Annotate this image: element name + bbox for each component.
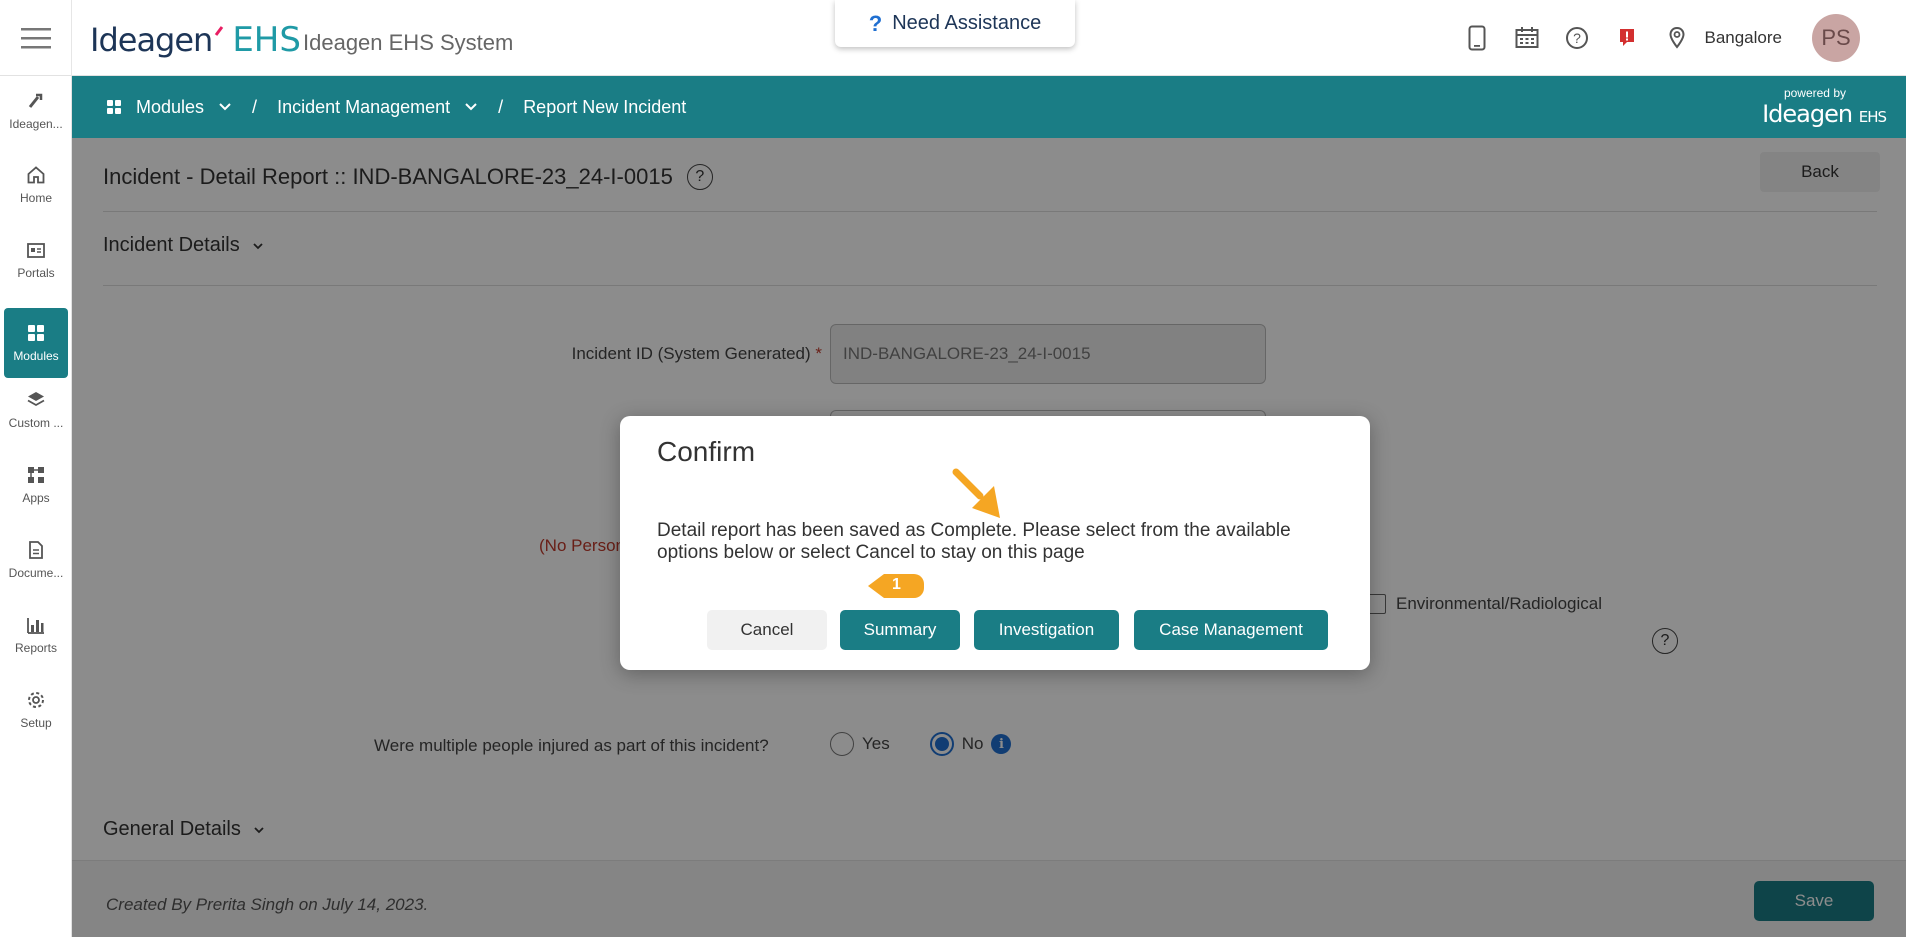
modules-icon xyxy=(28,325,44,341)
breadcrumb-incident-management[interactable]: Incident Management xyxy=(277,97,450,118)
sidebar-item-label: Ideagen... xyxy=(9,117,63,131)
calendar-button[interactable] xyxy=(1502,0,1552,76)
sidebar-item-label: Custom ... xyxy=(8,416,64,430)
powered-brand-word: Ideagen xyxy=(1762,100,1853,128)
logo-word: Ideagen xyxy=(90,21,213,59)
mobile-icon xyxy=(1468,25,1486,51)
mobile-button[interactable] xyxy=(1452,0,1502,76)
breadcrumb: Modules / Incident Management / Report N… xyxy=(106,76,686,138)
dialog-title: Confirm xyxy=(657,436,756,467)
need-assistance-label: Need Assistance xyxy=(892,12,1042,34)
chevron-down-icon[interactable] xyxy=(464,102,478,112)
svg-text:?: ? xyxy=(1574,30,1582,46)
location-label[interactable]: Bangalore xyxy=(1704,28,1782,48)
step-badge: 1 xyxy=(866,568,924,604)
summary-button[interactable]: Summary xyxy=(840,610,960,650)
sidebar-item-documents[interactable]: Docume... xyxy=(4,525,68,595)
breadcrumb-separator: / xyxy=(252,96,258,117)
breadcrumb-separator: / xyxy=(498,96,504,117)
sidebar-item-label: Setup xyxy=(20,716,52,730)
top-icons: ? Bangalore PS xyxy=(1452,0,1906,76)
dialog-message: Detail report has been saved as Complete… xyxy=(657,520,1291,563)
sidebar-item-apps[interactable]: Apps xyxy=(4,450,68,520)
sidebar-item-portals[interactable]: Portals xyxy=(4,225,68,295)
grid-icon xyxy=(107,100,121,114)
top-bar: Ideagen EHS Ideagen EHS System ? Need As… xyxy=(0,0,1906,76)
question-icon: ? xyxy=(868,10,883,36)
bar-chart-icon xyxy=(27,618,44,634)
apps-icon xyxy=(28,467,44,483)
menu-button[interactable] xyxy=(0,0,72,76)
layers-icon xyxy=(27,392,45,407)
breadcrumb-report-new-incident: Report New Incident xyxy=(523,96,687,117)
cancel-button[interactable]: Cancel xyxy=(707,610,827,650)
case-management-button[interactable]: Case Management xyxy=(1134,610,1328,650)
document-icon xyxy=(29,541,43,559)
help-button[interactable]: ? xyxy=(1552,0,1602,76)
powered-brand-suffix: EHS xyxy=(1858,108,1887,126)
powered-by-text: powered by xyxy=(1783,86,1846,100)
investigation-button[interactable]: Investigation xyxy=(974,610,1119,650)
logo-mark-icon xyxy=(215,26,224,36)
sidebar-item-label: Apps xyxy=(22,491,50,505)
calendar-icon xyxy=(1515,27,1539,48)
confirm-dialog: Confirm Detail report has been saved as … xyxy=(620,416,1370,670)
powered-by-brand: Ideagen EHS xyxy=(1762,100,1887,128)
powered-by-logo: powered by Ideagen EHS xyxy=(1762,86,1887,128)
sidebar-item-custom[interactable]: Custom ... xyxy=(4,375,68,445)
breadcrumb-modules[interactable]: Modules xyxy=(136,97,204,118)
hamburger-icon xyxy=(20,28,51,49)
sidebar-item-label: Modules xyxy=(13,349,59,363)
sidebar: Ideagen... Home Portals Modules Custom .… xyxy=(0,76,72,937)
location-button[interactable] xyxy=(1652,0,1702,76)
chevron-down-icon[interactable] xyxy=(218,102,232,112)
annotation-arrow-icon xyxy=(952,468,1000,518)
sidebar-item-label: Docume... xyxy=(8,566,64,580)
sidebar-item-reports[interactable]: Reports xyxy=(4,600,68,670)
need-assistance-button[interactable]: ? Need Assistance xyxy=(835,0,1075,47)
user-avatar[interactable]: PS xyxy=(1812,14,1860,62)
ideagen-icon xyxy=(28,93,43,108)
portals-icon xyxy=(27,243,45,258)
sidebar-item-home[interactable]: Home xyxy=(4,150,68,220)
help-circle-icon: ? xyxy=(1566,27,1589,49)
gear-icon xyxy=(28,692,44,708)
location-pin-icon xyxy=(1669,26,1685,49)
sidebar-item-label: Reports xyxy=(14,641,58,655)
alert-bell-icon xyxy=(1620,29,1635,46)
sidebar-item-label: Portals xyxy=(17,266,55,280)
sidebar-item-setup[interactable]: Setup xyxy=(4,675,68,745)
app-title: Ideagen EHS System xyxy=(303,30,514,55)
sidebar-item-label: Home xyxy=(19,191,52,205)
sidebar-item-ideagen[interactable]: Ideagen... xyxy=(4,76,68,146)
home-icon xyxy=(27,166,45,184)
logo-suffix: EHS xyxy=(232,20,301,60)
step-number: 1 xyxy=(892,576,901,593)
breadcrumb-bar: Modules / Incident Management / Report N… xyxy=(72,76,1906,138)
ideagen-logo[interactable]: Ideagen EHS xyxy=(90,20,301,60)
notifications-button[interactable] xyxy=(1602,0,1652,76)
sidebar-item-modules[interactable]: Modules xyxy=(4,308,68,378)
